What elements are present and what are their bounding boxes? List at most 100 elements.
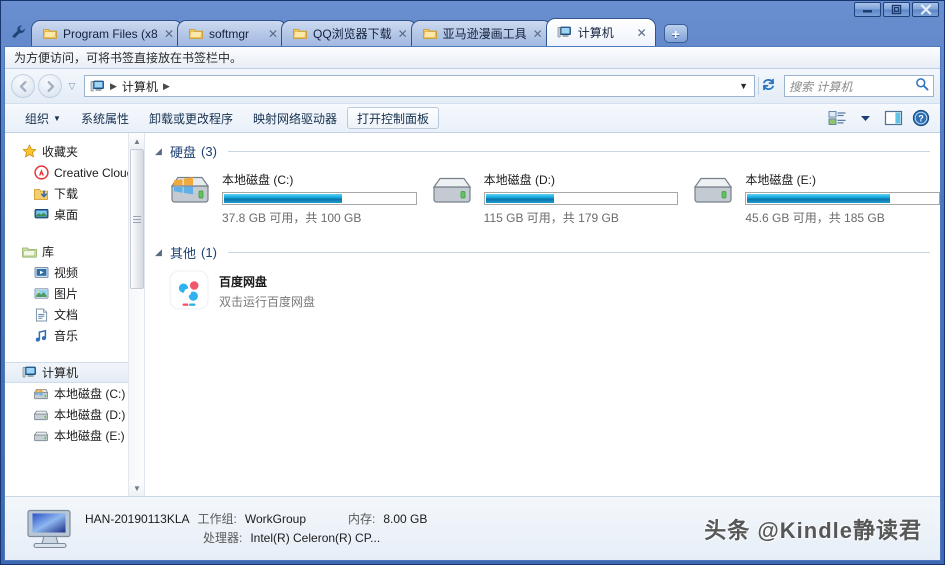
address-dropdown-icon[interactable]: ▼ xyxy=(739,81,752,91)
tab-strip: Program Files (x86 ✕ softmgr ✕ QQ浏览器下载 ✕… xyxy=(1,17,944,46)
sidebar-item-videos[interactable]: 视频 xyxy=(5,262,144,283)
tab-computer[interactable]: 计算机 ✕ xyxy=(545,18,656,46)
sidebar-item-libraries[interactable]: 库 xyxy=(5,241,144,262)
computer-monitor-icon xyxy=(23,505,77,553)
breadcrumb-item-computer[interactable]: 计算机 xyxy=(122,78,158,95)
sidebar-item-label: 本地磁盘 (D:) xyxy=(54,408,126,422)
drive-icon xyxy=(33,428,49,444)
watermark: 头条 @Kindle静读君 xyxy=(704,517,922,543)
drive-name: 本地磁盘 (D:) xyxy=(483,173,555,187)
tab-program-files[interactable]: Program Files (x86 ✕ xyxy=(31,20,183,46)
computer-icon xyxy=(557,25,573,41)
drive-icon xyxy=(33,407,49,423)
tab-amazon-comic-tool[interactable]: 亚马逊漫画工具 ✕ xyxy=(410,20,552,46)
minimize-button[interactable] xyxy=(854,2,881,17)
tab-qq-downloads[interactable]: QQ浏览器下载 ✕ xyxy=(281,20,417,46)
drive-name: 本地磁盘 (C:) xyxy=(222,173,294,187)
computer-icon xyxy=(89,78,105,94)
window-controls xyxy=(854,2,939,17)
forward-button[interactable] xyxy=(38,74,62,98)
processor-label: 处理器: xyxy=(203,530,243,545)
sidebar-item-favorites[interactable]: 收藏夹 xyxy=(5,141,144,162)
back-button[interactable] xyxy=(11,74,35,98)
section-header-harddisks[interactable]: ◢ 硬盘 (3) xyxy=(155,141,940,161)
section-rule xyxy=(227,150,930,152)
view-dropdown-icon[interactable] xyxy=(852,107,878,129)
history-dropdown-icon[interactable]: ▽ xyxy=(65,81,79,92)
close-button[interactable] xyxy=(912,2,939,17)
sidebar-item-label: 文档 xyxy=(54,308,79,322)
search-input[interactable]: 搜索 计算机 xyxy=(784,75,934,97)
command-toolbar: 组织 ▼ 系统属性 卸载或更改程序 映射网络驱动器 打开控制面板 ? xyxy=(5,103,940,133)
bookmark-bar: 为方便访问，可将书签直接放在书签栏中。 xyxy=(5,47,940,69)
open-control-panel-button[interactable]: 打开控制面板 xyxy=(346,107,439,129)
sidebar-item-computer[interactable]: 计算机 xyxy=(5,362,144,383)
preview-pane-icon[interactable] xyxy=(880,107,906,129)
sidebar-item-drive-c[interactable]: 本地磁盘 (C:) xyxy=(5,383,144,404)
new-tab-button[interactable]: + xyxy=(663,24,688,43)
drive-tile-d[interactable]: 本地磁盘 (D:) 115 GB 可用，共 179 GB xyxy=(417,165,679,240)
item-tile-baidu-netdisk[interactable]: 百度网盘 双击运行百度网盘 xyxy=(155,266,940,316)
tab-close-icon[interactable]: ✕ xyxy=(635,26,649,40)
section-header-others[interactable]: ◢ 其他 (1) xyxy=(155,242,940,262)
sidebar-item-label: Creative Cloud xyxy=(54,165,134,180)
toolbar-right-group: ? xyxy=(824,107,934,129)
system-drive-icon xyxy=(167,169,213,209)
drive-tile-c[interactable]: 本地磁盘 (C:) 37.8 GB 可用，共 100 GB xyxy=(155,165,417,240)
tab-close-icon[interactable]: ✕ xyxy=(531,27,545,41)
drive-free-text: 45.6 GB 可用，共 185 GB xyxy=(745,211,885,225)
sidebar-item-creative-cloud[interactable]: Creative Cloud xyxy=(5,162,144,183)
sidebar-item-label: 本地磁盘 (E:) xyxy=(54,429,125,443)
sidebar-item-drive-d[interactable]: 本地磁盘 (D:) xyxy=(5,404,144,425)
refresh-button[interactable] xyxy=(758,77,778,95)
item-description: 双击运行百度网盘 xyxy=(219,295,316,309)
sidebar-scrollbar[interactable]: ▲ ▼ xyxy=(128,133,144,496)
drive-tile-row: 本地磁盘 (C:) 37.8 GB 可用，共 100 GB 本地磁盘 (D:) … xyxy=(155,165,940,240)
sidebar-item-documents[interactable]: 文档 xyxy=(5,304,144,325)
address-box[interactable]: ▶ 计算机 ▶ ▼ xyxy=(84,75,755,97)
map-network-drive-button[interactable]: 映射网络驱动器 xyxy=(243,107,347,129)
restore-button[interactable] xyxy=(883,2,910,17)
breadcrumb-sep-icon[interactable]: ▶ xyxy=(108,81,119,92)
main-body: 收藏夹 Creative Cloud 下载 桌面 库 视频 图片 文档 音乐 计… xyxy=(5,133,940,496)
drive-tile-e[interactable]: 本地磁盘 (E:) 45.6 GB 可用，共 185 GB xyxy=(678,165,940,240)
baidu-netdisk-icon xyxy=(169,270,209,310)
system-properties-button[interactable]: 系统属性 xyxy=(71,107,139,129)
tab-softmgr[interactable]: softmgr ✕ xyxy=(177,20,287,46)
collapse-triangle-icon[interactable]: ◢ xyxy=(155,247,165,258)
breadcrumb: ▶ 计算机 ▶ xyxy=(89,78,739,95)
sidebar-item-label: 下载 xyxy=(54,187,79,201)
scroll-up-icon[interactable]: ▲ xyxy=(129,133,144,149)
view-list-icon[interactable] xyxy=(824,107,850,129)
tab-close-icon[interactable]: ✕ xyxy=(266,27,280,41)
breadcrumb-sep-icon[interactable]: ▶ xyxy=(161,81,172,92)
folder-icon xyxy=(42,26,58,42)
drive-icon xyxy=(690,169,736,209)
content-pane: ◢ 硬盘 (3) 本地磁盘 (C:) 37.8 GB 可用，共 100 GB 本… xyxy=(145,133,940,496)
star-icon xyxy=(21,144,37,160)
sidebar-item-desktop[interactable]: 桌面 xyxy=(5,204,144,225)
drive-name: 本地磁盘 (E:) xyxy=(745,173,817,187)
collapse-triangle-icon[interactable]: ◢ xyxy=(155,146,165,157)
item-name: 百度网盘 xyxy=(219,275,268,289)
sidebar-item-music[interactable]: 音乐 xyxy=(5,325,144,346)
item-meta: 百度网盘 双击运行百度网盘 xyxy=(219,270,315,310)
organize-button[interactable]: 组织 ▼ xyxy=(15,107,71,129)
processor-value: Intel(R) Celeron(R) CP... xyxy=(250,530,381,545)
sidebar-item-label: 音乐 xyxy=(54,329,79,343)
sidebar-item-drive-e[interactable]: 本地磁盘 (E:) xyxy=(5,425,144,446)
capacity-bar xyxy=(222,192,417,205)
tab-close-icon[interactable]: ✕ xyxy=(162,27,176,41)
search-icon[interactable] xyxy=(915,77,929,96)
capacity-bar-fill xyxy=(747,194,891,203)
tab-close-icon[interactable]: ✕ xyxy=(396,27,410,41)
help-icon[interactable]: ? xyxy=(908,107,934,129)
drive-free-text: 37.8 GB 可用，共 100 GB xyxy=(222,211,362,225)
sidebar-item-downloads[interactable]: 下载 xyxy=(5,183,144,204)
scroll-down-icon[interactable]: ▼ xyxy=(129,480,144,496)
tab-label: 计算机 xyxy=(577,25,614,40)
wrench-icon[interactable] xyxy=(5,19,31,45)
uninstall-change-program-button[interactable]: 卸载或更改程序 xyxy=(139,107,243,129)
scrollbar-thumb[interactable] xyxy=(130,149,144,289)
sidebar-item-pictures[interactable]: 图片 xyxy=(5,283,144,304)
